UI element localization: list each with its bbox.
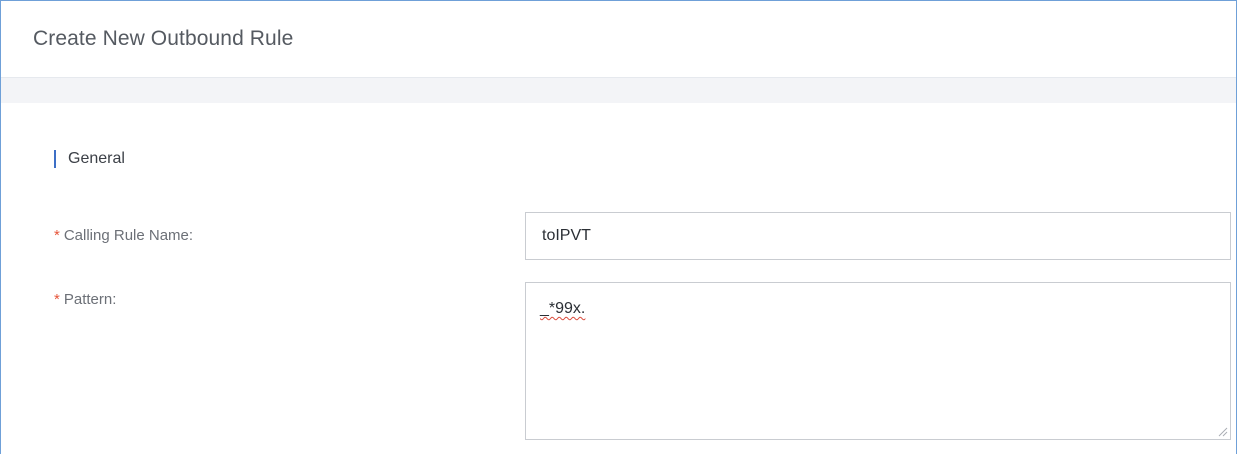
header-divider-band (1, 78, 1236, 103)
pattern-value: _*99x. (540, 300, 586, 317)
pattern-label-text: Pattern: (63, 291, 117, 308)
resize-handle-icon[interactable] (1216, 425, 1228, 437)
create-outbound-rule-dialog: Create New Outbound Rule General * Callin… (0, 0, 1237, 454)
calling-rule-name-label-text: Calling Rule Name: (63, 227, 194, 244)
section-accent-bar (54, 150, 56, 168)
calling-rule-name-label: * Calling Rule Name: (54, 227, 193, 244)
section-title: General (68, 150, 125, 167)
dialog-header: Create New Outbound Rule (1, 1, 1236, 78)
section-general: General (54, 147, 125, 171)
pattern-textarea[interactable]: _*99x. (525, 282, 1231, 440)
required-asterisk: * (54, 227, 60, 244)
dialog-title: Create New Outbound Rule (33, 27, 294, 50)
calling-rule-name-input[interactable] (525, 212, 1231, 260)
required-asterisk: * (54, 291, 60, 308)
pattern-label: * Pattern: (54, 291, 116, 308)
